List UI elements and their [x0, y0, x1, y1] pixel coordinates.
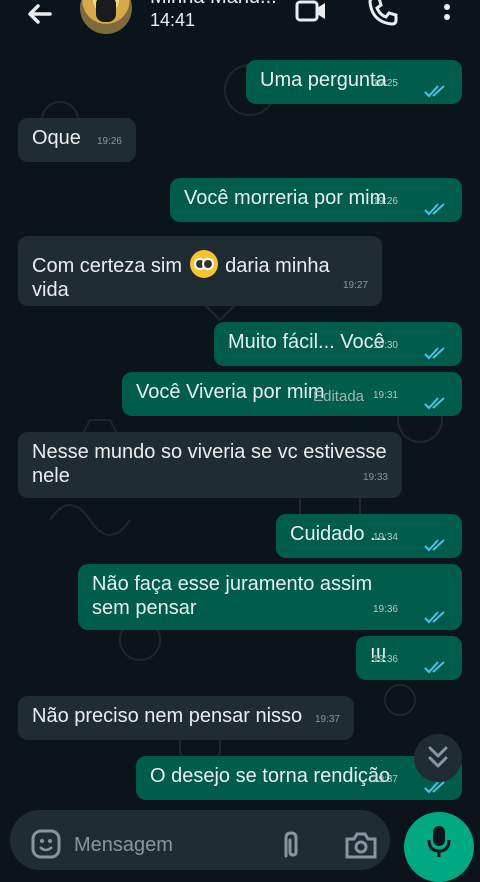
- message-text: Você morreria por mim: [184, 187, 387, 209]
- chat-header: Minha Manu... 14:41: [0, 0, 480, 48]
- message-composer: Mensagem: [10, 810, 390, 870]
- message-incoming[interactable]: Nesse mundo so viveria se vc estivesse n…: [18, 432, 402, 498]
- double-check-icon: [424, 203, 445, 216]
- arrow-left-icon[interactable]: [20, 0, 60, 34]
- double-chevron-down-icon: [428, 746, 448, 768]
- message-time: 19:33: [362, 472, 388, 483]
- contact-avatar[interactable]: [80, 0, 132, 34]
- message-outgoing[interactable]: !!! 19:36: [356, 636, 462, 680]
- contact-status: 14:41: [150, 10, 196, 30]
- phone-icon[interactable]: [366, 0, 400, 28]
- double-check-icon: [424, 661, 445, 674]
- double-check-icon: [424, 85, 445, 98]
- message-time: 19:26: [372, 196, 398, 207]
- message-text: Oque: [32, 127, 81, 149]
- message-text: Muito fácil... Você: [228, 331, 385, 353]
- message-text: O desejo se torna rendição: [150, 765, 391, 787]
- message-text: Com certeza sim: [32, 255, 183, 277]
- message-time: 19:34: [372, 532, 398, 543]
- more-vert-icon[interactable]: [430, 0, 464, 28]
- message-text: Uma pergunta: [260, 69, 387, 91]
- message-time: 19:37: [314, 714, 340, 725]
- video-call-icon[interactable]: [294, 0, 328, 28]
- scroll-to-bottom-button[interactable]: [414, 734, 462, 782]
- double-check-icon: [424, 611, 445, 624]
- double-check-icon: [424, 539, 445, 552]
- double-check-icon: [424, 347, 445, 360]
- message-time: 19:37: [372, 774, 398, 785]
- message-time: 19:31: [372, 390, 398, 401]
- message-incoming[interactable]: Oque 19:26: [18, 118, 136, 162]
- emoji-icon[interactable]: [30, 828, 62, 860]
- message-text: Nesse mundo so viveria se vc estivesse n…: [32, 441, 387, 487]
- message-outgoing[interactable]: Você Viveria por mim Editada 19:31: [122, 372, 462, 416]
- message-incoming[interactable]: Com certeza sim daria minha vida 19:27: [18, 236, 382, 306]
- message-time: 19:25: [372, 78, 398, 89]
- message-outgoing[interactable]: Muito fácil... Você 19:30: [214, 322, 462, 366]
- message-incoming[interactable]: Não preciso nem pensar nisso 19:37: [18, 696, 354, 740]
- message-outgoing[interactable]: Uma pergunta 19:25: [246, 60, 462, 104]
- message-outgoing[interactable]: Não faça esse juramento assim sem pensar…: [78, 564, 462, 630]
- message-outgoing[interactable]: Você morreria por mim 19:26: [170, 178, 462, 222]
- message-text: Não preciso nem pensar nisso: [32, 705, 303, 727]
- microphone-icon: [427, 826, 451, 857]
- message-text: Não faça esse juramento assim sem pensar: [92, 573, 373, 619]
- double-check-icon: [424, 781, 445, 794]
- double-check-icon: [424, 397, 445, 410]
- edited-label: Editada: [313, 388, 364, 405]
- message-time: 19:30: [372, 340, 398, 351]
- message-time: 19:36: [372, 654, 398, 665]
- camera-icon[interactable]: [344, 830, 378, 860]
- contact-name[interactable]: Minha Manu...: [150, 0, 277, 9]
- pleading-face-emoji-icon: [189, 250, 218, 278]
- message-time: 19:26: [96, 136, 122, 147]
- paperclip-icon[interactable]: [276, 830, 306, 860]
- message-text: Você Viveria por mim: [136, 381, 325, 403]
- microphone-button[interactable]: [404, 812, 474, 882]
- message-outgoing[interactable]: Cuidado ... 19:34: [276, 514, 462, 558]
- message-time: 19:36: [372, 604, 398, 615]
- message-time: 19:27: [342, 280, 368, 291]
